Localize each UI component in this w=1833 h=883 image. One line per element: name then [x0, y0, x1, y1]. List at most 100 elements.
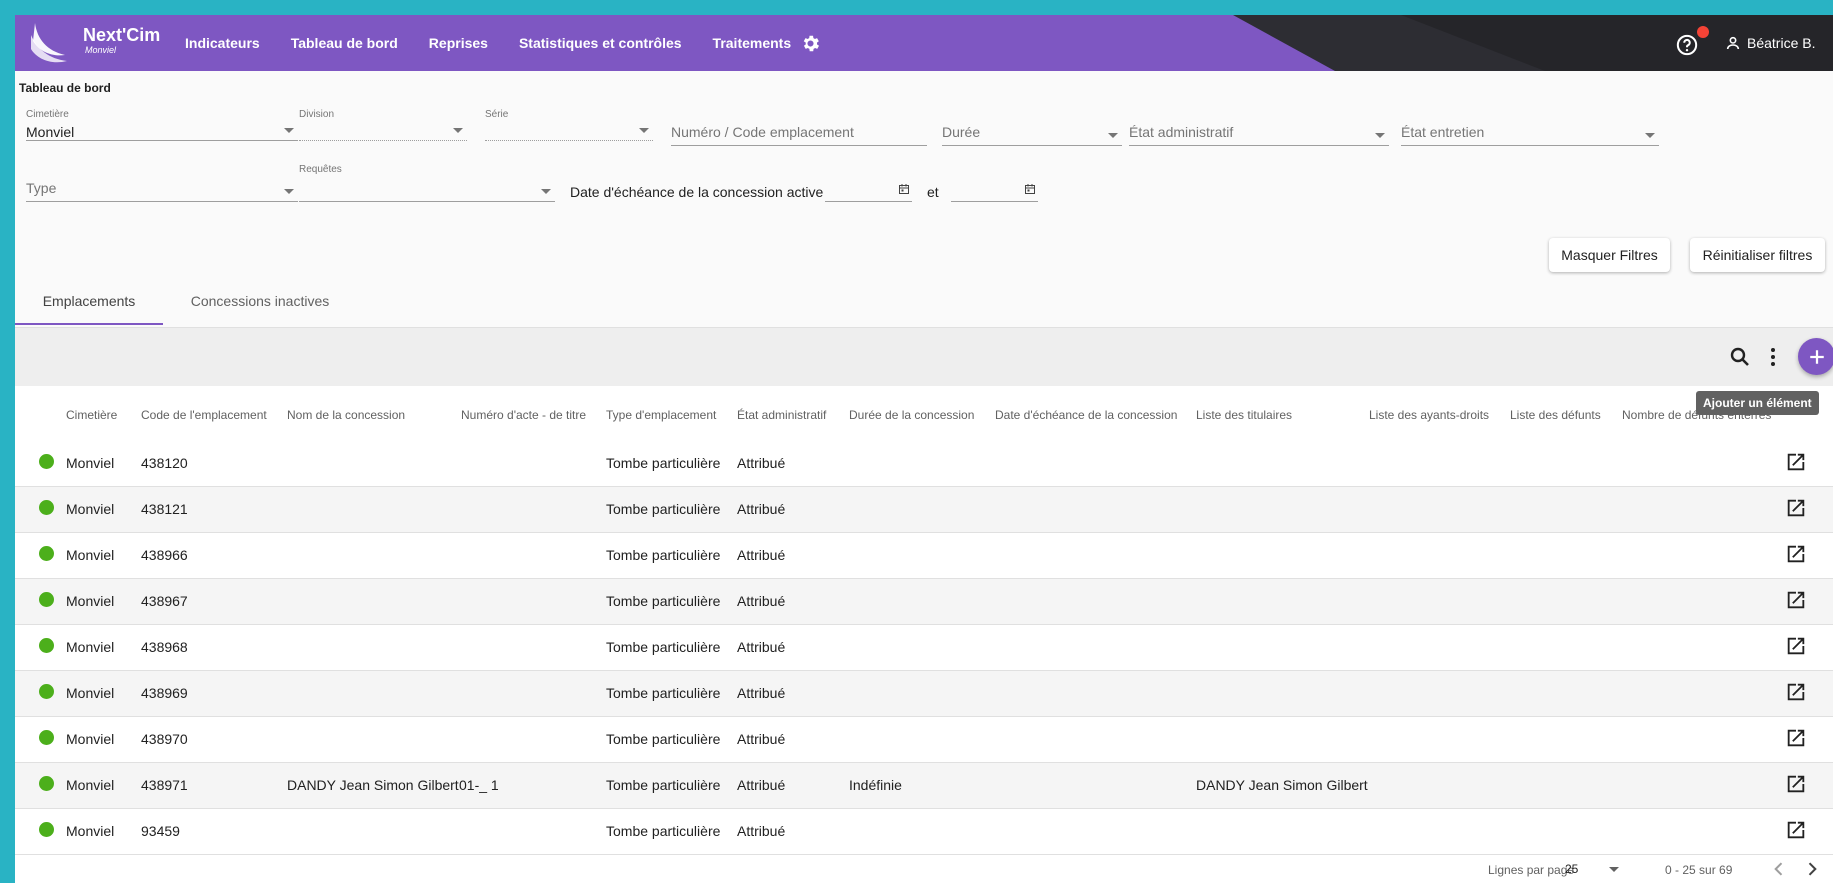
- chevron-right-icon[interactable]: [1802, 859, 1822, 879]
- status-dot: [39, 454, 54, 469]
- chevron-down-icon: [1375, 133, 1385, 138]
- table-row[interactable]: Monviel 438967 Tombe particulière Attrib…: [15, 579, 1833, 625]
- filter-requetes[interactable]: Requêtes: [299, 164, 555, 202]
- th-code[interactable]: Code de l'emplacement: [141, 408, 267, 422]
- nav-traitements[interactable]: Traitements: [713, 35, 792, 51]
- hide-filters-button[interactable]: Masquer Filtres: [1549, 238, 1670, 272]
- notification-badge: [1697, 26, 1709, 38]
- filter-serie-label: Série: [485, 109, 509, 120]
- th-titulaires[interactable]: Liste des titulaires: [1196, 408, 1292, 422]
- chevron-down-icon: [284, 189, 294, 194]
- brand-sub: Monviel: [85, 45, 117, 55]
- th-acte[interactable]: Numéro d'acte - de titre: [461, 408, 586, 422]
- th-etat[interactable]: État administratif: [737, 408, 826, 422]
- open-in-new-icon[interactable]: [1785, 681, 1807, 703]
- table-row[interactable]: Monviel 438970 Tombe particulière Attrib…: [15, 717, 1833, 763]
- calendar-icon[interactable]: [1024, 183, 1036, 195]
- open-in-new-icon[interactable]: [1785, 819, 1807, 841]
- table-row[interactable]: Monviel 438971 DANDY Jean Simon Gilbert …: [15, 763, 1833, 809]
- table-row[interactable]: Monviel 438966 Tombe particulière Attrib…: [15, 533, 1833, 579]
- chevron-down-icon: [1645, 133, 1655, 138]
- th-type[interactable]: Type d'emplacement: [606, 408, 716, 422]
- gear-icon[interactable]: [800, 33, 821, 54]
- th-nom[interactable]: Nom de la concession: [287, 408, 405, 422]
- cell-duree: Indéfinie: [849, 777, 902, 793]
- th-duree[interactable]: Durée de la concession: [849, 408, 974, 422]
- search-icon[interactable]: [1728, 345, 1752, 369]
- nav-statistiques[interactable]: Statistiques et contrôles: [519, 35, 682, 51]
- date-echeance-label: Date d'échéance de la concession active: [570, 184, 824, 200]
- chevron-left-icon[interactable]: [1769, 859, 1789, 879]
- filter-etat-entretien[interactable]: État entretien: [1401, 124, 1659, 146]
- numero-input[interactable]: Numéro / Code emplacement: [671, 124, 927, 146]
- reset-filters-button[interactable]: Réinitialiser filtres: [1690, 238, 1825, 272]
- th-defunts[interactable]: Liste des défunts: [1510, 408, 1601, 422]
- th-cimetiere[interactable]: Cimetière: [66, 408, 117, 422]
- cell-cimetiere: Monviel: [66, 501, 115, 517]
- table-row[interactable]: Monviel 438120 Tombe particulière Attrib…: [15, 441, 1833, 487]
- table-row[interactable]: Monviel 93459 Tombe particulière Attribu…: [15, 809, 1833, 855]
- cell-cimetiere: Monviel: [66, 639, 115, 655]
- brand-name: Next'Cim: [83, 25, 161, 45]
- page-title: Tableau de bord: [19, 81, 111, 95]
- more-vert-icon[interactable]: [1761, 345, 1785, 369]
- table-row[interactable]: Monviel 438968 Tombe particulière Attrib…: [15, 625, 1833, 671]
- open-in-new-icon[interactable]: [1785, 727, 1807, 749]
- calendar-icon[interactable]: [898, 183, 910, 195]
- cell-code: 93459: [141, 823, 180, 839]
- cell-etat: Attribué: [737, 777, 786, 793]
- open-in-new-icon[interactable]: [1785, 543, 1807, 565]
- logo-icon[interactable]: [29, 21, 69, 65]
- open-in-new-icon[interactable]: [1785, 589, 1807, 611]
- paginator: Lignes par page 25 0 - 25 sur 69: [15, 855, 1833, 883]
- open-in-new-icon[interactable]: [1785, 497, 1807, 519]
- rows-per-page-label: Lignes par page: [1488, 863, 1575, 877]
- page-range: 0 - 25 sur 69: [1665, 863, 1733, 877]
- rows-per-page-select[interactable]: 25: [1565, 862, 1578, 876]
- user-icon: [1726, 36, 1740, 50]
- th-date[interactable]: Date d'échéance de la concession: [995, 408, 1177, 422]
- open-in-new-icon[interactable]: [1785, 451, 1807, 473]
- tab-concessions-inactives[interactable]: Concessions inactives: [175, 277, 345, 325]
- cell-nom: DANDY Jean Simon Gilbert: [287, 777, 459, 793]
- nav-indicateurs[interactable]: Indicateurs: [185, 35, 260, 51]
- etat-entretien-placeholder: État entretien: [1401, 124, 1485, 140]
- table-row[interactable]: Monviel 438969 Tombe particulière Attrib…: [15, 671, 1833, 717]
- filter-serie[interactable]: Série: [485, 109, 653, 141]
- open-in-new-icon[interactable]: [1785, 635, 1807, 657]
- filter-division-label: Division: [299, 109, 335, 120]
- th-ayants-droits[interactable]: Liste des ayants-droits: [1369, 408, 1489, 422]
- cell-type: Tombe particulière: [606, 823, 721, 839]
- type-placeholder: Type: [26, 180, 57, 196]
- field-underline: [1401, 145, 1659, 146]
- filter-etat-administratif[interactable]: État administratif: [1129, 124, 1389, 146]
- cell-titulaires: DANDY Jean Simon Gilbert: [1196, 777, 1368, 793]
- brand[interactable]: Next'Cim Monviel: [83, 25, 160, 56]
- user-menu[interactable]: Béatrice B.: [1725, 35, 1815, 51]
- filter-division[interactable]: Division: [299, 109, 467, 141]
- status-dot: [39, 592, 54, 607]
- cell-code: 438967: [141, 593, 188, 609]
- add-element-button[interactable]: [1798, 338, 1833, 375]
- filter-duree[interactable]: Durée: [942, 124, 1122, 146]
- nav-tableau-de-bord[interactable]: Tableau de bord: [291, 35, 398, 51]
- filter-type[interactable]: Type: [26, 180, 298, 202]
- tab-emplacements[interactable]: Emplacements: [15, 277, 163, 325]
- user-name: Béatrice B.: [1747, 35, 1816, 51]
- status-dot: [39, 730, 54, 745]
- numero-placeholder: Numéro / Code emplacement: [671, 124, 854, 140]
- table-row[interactable]: Monviel 438121 Tombe particulière Attrib…: [15, 487, 1833, 533]
- cell-cimetiere: Monviel: [66, 777, 115, 793]
- status-dot: [39, 546, 54, 561]
- tab-indicator: [15, 323, 163, 325]
- date-and-label: et: [927, 184, 939, 200]
- chevron-down-icon[interactable]: [1609, 867, 1619, 872]
- date-to-input[interactable]: [951, 179, 1038, 202]
- date-from-input[interactable]: [825, 179, 912, 202]
- tab-bar: Emplacements Concessions inactives: [15, 277, 1833, 328]
- help-icon[interactable]: [1676, 34, 1698, 56]
- open-in-new-icon[interactable]: [1785, 773, 1807, 795]
- filter-cimetiere[interactable]: Cimetière Monviel: [26, 109, 298, 141]
- nav-reprises[interactable]: Reprises: [429, 35, 488, 51]
- field-underline: [299, 201, 555, 202]
